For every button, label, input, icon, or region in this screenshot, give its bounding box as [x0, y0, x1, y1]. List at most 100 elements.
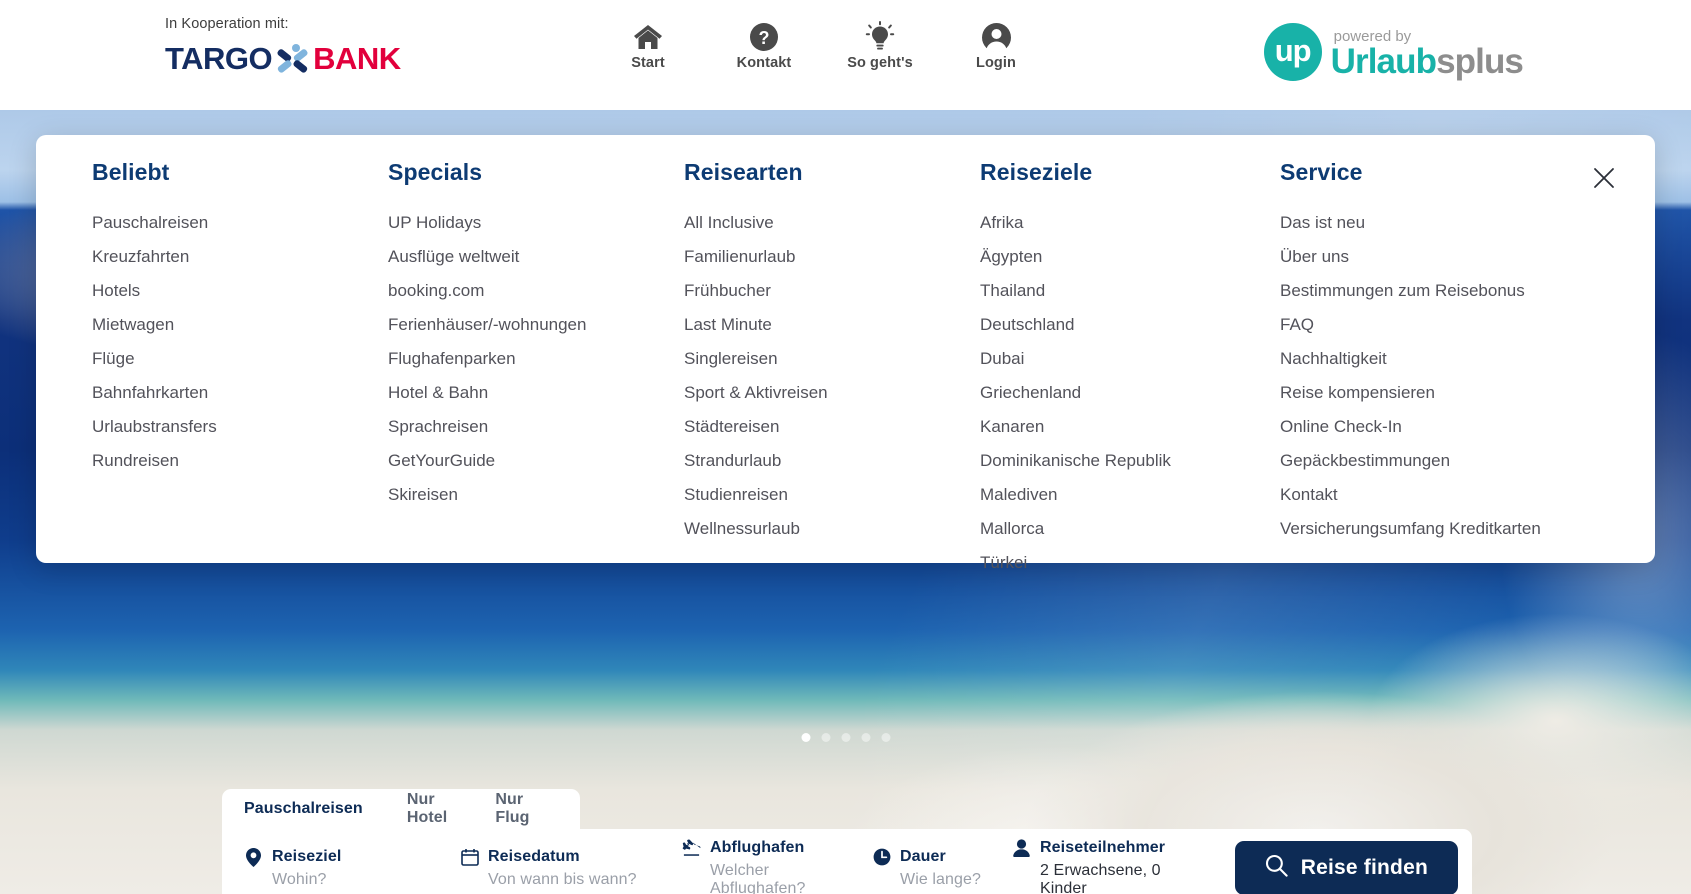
menu-link-up-holidays[interactable]: UP Holidays	[388, 205, 684, 239]
column-title-reisearten: Reisearten	[684, 159, 803, 185]
menu-link-fruehbucher[interactable]: Frühbucher	[684, 273, 980, 307]
util-nav-so-gehts[interactable]: So geht's	[822, 20, 938, 72]
search-tabs: Pauschalreisen Nur Hotel Nur Flug	[222, 789, 580, 829]
search-field-abflughafen[interactable]: Abflughafen Welcher Abflughafen?	[682, 838, 872, 894]
menu-link-nachhaltigkeit[interactable]: Nachhaltigkeit	[1280, 341, 1576, 375]
menu-link-fluege[interactable]: Flüge	[92, 341, 388, 375]
menu-link-all-inclusive[interactable]: All Inclusive	[684, 205, 980, 239]
menu-link-staedtereisen[interactable]: Städtereisen	[684, 409, 980, 443]
menu-link-dominikanische-republik[interactable]: Dominikanische Republik	[980, 443, 1280, 477]
menu-link-reise-kompensieren[interactable]: Reise kompensieren	[1280, 375, 1576, 409]
wordmark-urlaub: Urlaub	[1330, 42, 1437, 81]
menu-link-hotel-bahn[interactable]: Hotel & Bahn	[388, 375, 684, 409]
mega-menu-column-specials: Specials UP Holidays Ausflüge weltweit b…	[388, 159, 684, 579]
up-badge-icon: up	[1263, 23, 1322, 81]
mega-menu-column-reiseziele: Reiseziele Afrika Ägypten Thailand Deuts…	[980, 159, 1280, 579]
menu-link-ueber-uns[interactable]: Über uns	[1280, 239, 1576, 273]
menu-link-aegypten[interactable]: Ägypten	[980, 239, 1280, 273]
menu-link-pauschalreisen[interactable]: Pauschalreisen	[92, 205, 388, 239]
user-circle-icon	[938, 20, 1054, 54]
carousel-dot-2[interactable]	[821, 733, 830, 742]
search-field-reiseteilnehmer[interactable]: Reiseteilnehmer 2 Erwachsene, 0 Kinder	[1012, 838, 1214, 894]
search-icon	[1265, 854, 1288, 883]
menu-link-urlaubstransfers[interactable]: Urlaubstransfers	[92, 409, 388, 443]
search-field-reisedatum[interactable]: Reisedatum Von wann bis wann?	[460, 847, 682, 889]
menu-link-dubai[interactable]: Dubai	[980, 341, 1280, 375]
targobank-logo[interactable]: TARGO BANK	[165, 43, 401, 74]
menu-link-rundreisen[interactable]: Rundreisen	[92, 443, 388, 477]
menu-link-malediven[interactable]: Malediven	[980, 477, 1280, 511]
cooperation-block: In Kooperation mit: TARGO BANK	[165, 16, 401, 74]
search-submit-button[interactable]: Reise finden	[1234, 841, 1458, 894]
location-pin-icon	[244, 847, 263, 867]
targobank-logo-targo: TARGO	[165, 41, 273, 76]
menu-link-kreuzfahrten[interactable]: Kreuzfahrten	[92, 239, 388, 273]
menu-link-griechenland[interactable]: Griechenland	[980, 375, 1280, 409]
urlaubsplus-logo[interactable]: up powered by Urlaubsplus	[1263, 23, 1524, 81]
search-field-reisedatum-label: Reisedatum	[488, 848, 580, 865]
search-field-dauer-value: Wie lange?	[900, 871, 982, 888]
search-field-dauer-head: Dauer	[872, 847, 998, 867]
util-nav-start[interactable]: Start	[590, 20, 706, 72]
carousel-dot-5[interactable]	[881, 733, 890, 742]
up-logo-texts: powered by Urlaubsplus	[1330, 28, 1524, 81]
menu-link-versicherungsumfang-kreditkarten[interactable]: Versicherungsumfang Kreditkarten	[1280, 511, 1576, 545]
menu-link-ferienhaeuser[interactable]: Ferienhäuser/-wohnungen	[388, 307, 684, 341]
menu-link-flughafenparken[interactable]: Flughafenparken	[388, 341, 684, 375]
search-submit-label: Reise finden	[1300, 856, 1428, 879]
targo-person-mark-icon	[276, 43, 310, 74]
menu-link-booking-com[interactable]: booking.com	[388, 273, 684, 307]
calendar-icon	[460, 847, 479, 867]
carousel-dots	[801, 733, 890, 742]
search-tab-nur-flug[interactable]: Nur Flug	[495, 789, 558, 829]
menu-link-studienreisen[interactable]: Studienreisen	[684, 477, 980, 511]
menu-link-afrika[interactable]: Afrika	[980, 205, 1280, 239]
targobank-logo-bank: BANK	[313, 41, 401, 76]
menu-link-faq[interactable]: FAQ	[1280, 307, 1576, 341]
menu-link-hotels[interactable]: Hotels	[92, 273, 388, 307]
search-field-dauer[interactable]: Dauer Wie lange?	[872, 847, 1012, 889]
util-nav-login[interactable]: Login	[938, 20, 1054, 72]
search-field-abflughafen-label: Abflughafen	[710, 839, 805, 856]
util-nav-start-label: Start	[631, 55, 665, 71]
utility-navigation: Start ? Kontakt So geht's Login	[590, 20, 1054, 72]
menu-link-gepaeckbestimmungen[interactable]: Gepäckbestimmungen	[1280, 443, 1576, 477]
search-tab-pauschalreisen[interactable]: Pauschalreisen	[244, 789, 385, 829]
menu-link-deutschland[interactable]: Deutschland	[980, 307, 1280, 341]
util-nav-kontakt[interactable]: ? Kontakt	[706, 20, 822, 72]
menu-link-bahnfahrkarten[interactable]: Bahnfahrkarten	[92, 375, 388, 409]
menu-link-thailand[interactable]: Thailand	[980, 273, 1280, 307]
close-icon[interactable]	[1589, 163, 1619, 193]
menu-link-kanaren[interactable]: Kanaren	[980, 409, 1280, 443]
search-bar: Reiseziel Wohin? Reisedatum Von wann bis…	[222, 829, 1472, 894]
page-root: In Kooperation mit: TARGO BANK Start ? K…	[0, 0, 1691, 894]
search-field-reiseziel[interactable]: Reiseziel Wohin?	[244, 847, 460, 889]
carousel-dot-1[interactable]	[801, 733, 810, 742]
menu-link-mallorca[interactable]: Mallorca	[980, 511, 1280, 545]
menu-link-online-check-in[interactable]: Online Check-In	[1280, 409, 1576, 443]
menu-link-getyourguide[interactable]: GetYourGuide	[388, 443, 684, 477]
menu-link-ausfluege-weltweit[interactable]: Ausflüge weltweit	[388, 239, 684, 273]
menu-link-kontakt[interactable]: Kontakt	[1280, 477, 1576, 511]
search-field-abflughafen-head: Abflughafen	[682, 838, 858, 858]
menu-link-last-minute[interactable]: Last Minute	[684, 307, 980, 341]
search-field-reiseziel-head: Reiseziel	[244, 847, 446, 867]
clock-icon	[872, 847, 891, 867]
menu-link-wellnessurlaub[interactable]: Wellnessurlaub	[684, 511, 980, 545]
menu-link-bestimmungen-reisebonus[interactable]: Bestimmungen zum Reisebonus	[1280, 273, 1576, 307]
menu-link-sprachreisen[interactable]: Sprachreisen	[388, 409, 684, 443]
menu-link-familienurlaub[interactable]: Familienurlaub	[684, 239, 980, 273]
carousel-dot-4[interactable]	[861, 733, 870, 742]
menu-link-mietwagen[interactable]: Mietwagen	[92, 307, 388, 341]
menu-link-singlereisen[interactable]: Singlereisen	[684, 341, 980, 375]
menu-link-strandurlaub[interactable]: Strandurlaub	[684, 443, 980, 477]
menu-link-sport-aktivreisen[interactable]: Sport & Aktivreisen	[684, 375, 980, 409]
menu-link-skireisen[interactable]: Skireisen	[388, 477, 684, 511]
svg-text:?: ?	[759, 28, 770, 48]
search-tab-nur-hotel[interactable]: Nur Hotel	[407, 789, 474, 829]
menu-link-das-ist-neu[interactable]: Das ist neu	[1280, 205, 1576, 239]
top-utility-bar: In Kooperation mit: TARGO BANK Start ? K…	[0, 0, 1691, 110]
column-title-specials: Specials	[388, 159, 483, 185]
carousel-dot-3[interactable]	[841, 733, 850, 742]
menu-link-tuerkei[interactable]: Türkei	[980, 545, 1280, 579]
